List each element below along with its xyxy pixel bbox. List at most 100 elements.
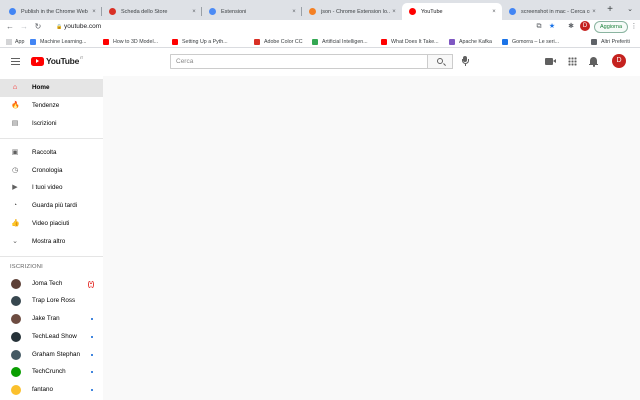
- channel-name: TechLead Show: [32, 333, 77, 340]
- forward-icon[interactable]: →: [18, 21, 30, 33]
- youtube-logo[interactable]: YouTube IT: [31, 56, 83, 66]
- bookmark-3d-model[interactable]: How to 3D Model...: [103, 37, 158, 46]
- bookmark-label: Setting Up a Pyth...: [182, 38, 228, 45]
- channel-avatar: [11, 367, 21, 377]
- bookmark-gomorra[interactable]: Gomorra – Le seri...: [502, 37, 559, 46]
- create-video-icon[interactable]: [545, 57, 556, 66]
- youtube-account-avatar[interactable]: D: [612, 54, 626, 68]
- bookmarks-bar: App Machine Learning... How to 3D Model.…: [0, 35, 640, 48]
- subscription-techlead-show[interactable]: TechLead Show: [0, 328, 103, 346]
- close-tab-icon[interactable]: ×: [290, 9, 298, 15]
- microphone-icon[interactable]: [459, 55, 471, 68]
- tab-search-icon[interactable]: ⌄: [624, 4, 636, 16]
- reload-icon[interactable]: ↻: [32, 21, 44, 33]
- watch-later-icon: ◔: [12, 202, 18, 209]
- bookmark-label: Adobe Color CC: [264, 38, 303, 45]
- bookmark-label: Gomorra – Le seri...: [512, 38, 560, 45]
- bookmark-what-does-it-take[interactable]: What Does It Take...: [381, 37, 439, 46]
- channel-avatar: [11, 385, 21, 395]
- search-input[interactable]: [171, 55, 427, 68]
- channel-name: Joma Tech: [32, 280, 63, 287]
- subscriptions-icon: ▤: [11, 120, 19, 127]
- channel-name: Jake Tran: [32, 315, 60, 322]
- new-tab-button[interactable]: +: [604, 4, 616, 16]
- search-icon: [437, 58, 443, 64]
- update-button[interactable]: Aggiorna: [594, 21, 628, 33]
- lock-icon[interactable]: 🔒: [56, 24, 62, 30]
- adobe-icon: [254, 38, 260, 45]
- browser-toolbar: ← → ↻ 🔒 youtube.com ⧉ ★ ✱ D Aggiorna ⋮: [0, 20, 640, 35]
- sidebar-item-guarda-piu-tardi[interactable]: ◔ Guarda più tardi: [0, 197, 103, 215]
- channel-name: fantano: [32, 386, 54, 393]
- sidebar-item-cronologia[interactable]: ◷ Cronologia: [0, 162, 103, 180]
- extensions-icon[interactable]: ✱: [566, 22, 576, 32]
- close-tab-icon[interactable]: ×: [190, 9, 198, 15]
- bookmark-star-icon[interactable]: ★: [547, 22, 557, 32]
- close-tab-icon[interactable]: ×: [90, 9, 98, 15]
- sidebar-item-raccolta[interactable]: ▣ Raccolta: [0, 144, 103, 162]
- bookmark-artificial-intelligence[interactable]: Artificial Intelligen...: [312, 37, 368, 46]
- subscription-joma-tech[interactable]: Joma Tech: [0, 275, 103, 293]
- bookmark-setting-up-python[interactable]: Setting Up a Pyth...: [172, 37, 228, 46]
- search-button[interactable]: [427, 54, 453, 69]
- history-icon: ◷: [11, 167, 19, 174]
- bookmark-other-folder[interactable]: Altri Preferiti: [591, 37, 630, 46]
- tab-publish-chrome-web[interactable]: Publish in the Chrome Web ×: [2, 3, 102, 20]
- new-content-dot-icon: [91, 336, 93, 338]
- your-videos-icon: ▶: [12, 184, 18, 191]
- folder-icon: [591, 38, 597, 45]
- sidebar-item-label: Mostra altro: [32, 238, 66, 245]
- youtube-apps-icon[interactable]: [568, 57, 577, 66]
- tab-estensioni[interactable]: Estensioni ×: [202, 3, 302, 20]
- sidebar-item-label: Raccolta: [32, 149, 57, 156]
- bookmark-machine-learning[interactable]: Machine Learning...: [30, 37, 87, 46]
- close-tab-icon[interactable]: ×: [590, 9, 598, 15]
- close-tab-icon[interactable]: ×: [390, 9, 398, 15]
- bookmark-adobe-color[interactable]: Adobe Color CC: [254, 37, 303, 46]
- tab-scheda-store[interactable]: Scheda dello Store ×: [102, 3, 202, 20]
- sidebar-item-i-tuoi-video[interactable]: ▶ I tuoi video: [0, 179, 103, 197]
- bookmark-label: Machine Learning...: [40, 38, 87, 45]
- sidebar-item-video-piaciuti[interactable]: 👍 Video piaciuti: [0, 215, 103, 233]
- tab-screenshot-in-mac[interactable]: screenshot in mac - Cerca co ×: [502, 3, 602, 20]
- subscription-techcrunch[interactable]: TechCrunch: [0, 363, 103, 381]
- new-content-dot-icon: [91, 371, 93, 373]
- subscription-graham-stephan[interactable]: Graham Stephan: [0, 346, 103, 364]
- subscription-trap-lore-ross[interactable]: Trap Lore Ross: [0, 292, 103, 310]
- kafka-icon: [449, 38, 455, 45]
- subscription-jake-tran[interactable]: Jake Tran: [0, 310, 103, 328]
- back-icon[interactable]: ←: [4, 21, 16, 33]
- tab-title: json - Chrome Extension lo...: [321, 8, 390, 15]
- close-tab-icon[interactable]: ×: [490, 9, 498, 15]
- bookmark-label: Altri Preferiti: [601, 38, 630, 45]
- trending-icon: 🔥: [11, 102, 20, 109]
- youtube-wordmark: YouTube: [46, 56, 79, 66]
- hamburger-menu-icon[interactable]: [11, 58, 20, 65]
- sidebar-item-label: Video piaciuti: [32, 220, 70, 227]
- channel-avatar: [11, 350, 21, 360]
- bookmark-favicon-icon: [312, 38, 318, 45]
- sidebar-item-home[interactable]: ⌂ Home: [0, 79, 103, 97]
- live-broadcast-icon: [88, 281, 94, 288]
- browser-menu-icon[interactable]: ⋮: [630, 21, 638, 33]
- browser-tab-strip: Publish in the Chrome Web × Scheda dello…: [0, 0, 640, 20]
- notifications-bell-icon[interactable]: [589, 56, 598, 67]
- bookmark-apache-kafka[interactable]: Apache Kafka: [449, 37, 492, 46]
- channel-avatar: [11, 296, 21, 306]
- tab-youtube[interactable]: YouTube ×: [402, 3, 502, 20]
- cast-icon[interactable]: ⧉: [534, 22, 544, 32]
- bookmark-apps[interactable]: App: [6, 37, 24, 46]
- apps-grid-icon: [6, 38, 12, 45]
- stackoverflow-icon: [309, 8, 316, 15]
- address-bar[interactable]: youtube.com: [64, 23, 101, 30]
- browser-profile-avatar[interactable]: D: [580, 21, 590, 31]
- subscription-fantano[interactable]: fantano: [0, 381, 103, 399]
- bookmark-label: App: [15, 38, 25, 45]
- store-favicon-icon: [109, 8, 116, 15]
- tab-json-chrome-extension[interactable]: json - Chrome Extension lo... ×: [302, 3, 402, 20]
- sidebar-item-iscrizioni[interactable]: ▤ Iscrizioni: [0, 115, 103, 133]
- channel-avatar: [11, 332, 21, 342]
- channel-avatar: [11, 314, 21, 324]
- sidebar-item-tendenze[interactable]: 🔥 Tendenze: [0, 97, 103, 115]
- sidebar-item-mostra-altro[interactable]: ⌄ Mostra altro: [0, 233, 103, 251]
